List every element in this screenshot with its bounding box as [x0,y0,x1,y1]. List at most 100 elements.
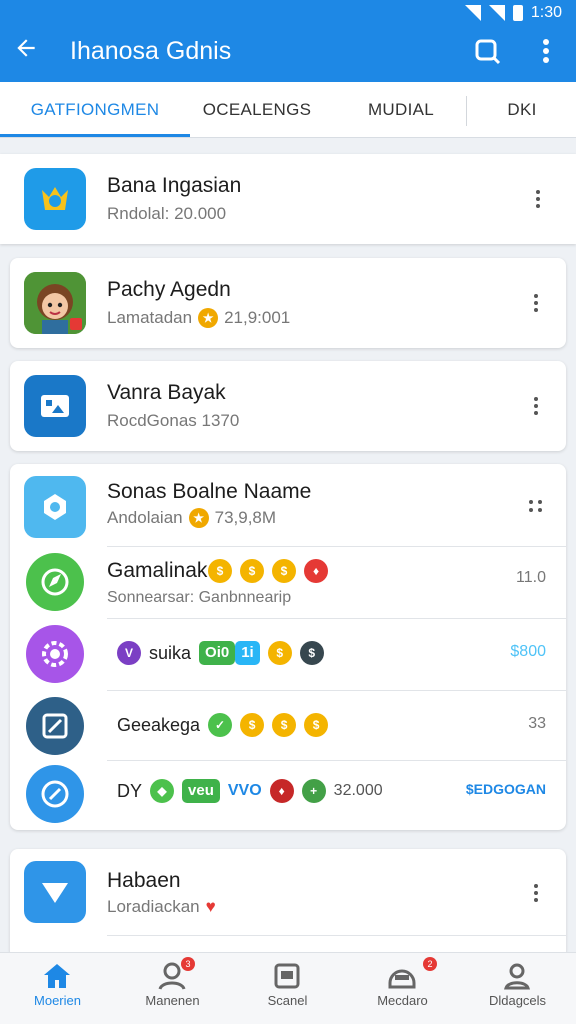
game-row[interactable]: V suika Oi0 1i $ $ $800 [10,619,566,689]
game-icon [26,697,84,755]
status-bar: 1:30 [464,4,562,22]
battery-icon [512,5,523,21]
tab-1[interactable]: OCEALENGS [190,82,324,138]
game-value: 21,9:001 [224,308,291,327]
game-line: V suika Oi0 1i $ $ [117,641,324,665]
helmet-icon [388,969,416,989]
flower-icon [42,641,68,667]
coin-icon: $ [240,713,265,737]
search-button[interactable] [472,36,502,66]
profile-icon [504,963,530,990]
reward-icons: $ $ $ ♦ [208,559,328,583]
game-icon [24,272,86,334]
game-name: Geeakega [117,714,201,735]
nav-label: Dldagcels [488,993,547,1008]
game-row[interactable]: Gamalinak $ $ $ ♦ Sonnearsar: Ganbnneari… [10,547,566,617]
game-icon [24,861,86,923]
more-vert-icon[interactable] [526,289,546,317]
tab-3[interactable]: DKI [468,82,576,138]
nav-people[interactable]: 3 Manenen [115,953,230,1024]
coin-icon: ★ [188,508,209,528]
nav-profile[interactable]: Dldagcels [460,953,576,1024]
storage-icon [274,963,300,989]
level-pill: veu [182,779,220,803]
more-vert-icon[interactable] [528,185,548,213]
game-amount: $EDGOGAN [465,781,546,797]
arrow-left-icon [17,39,35,57]
back-button[interactable] [12,34,40,62]
game-name: Sonas Boalne Naame [107,480,312,503]
game-group-card: Sonas Boalne Naame Andolaian ★ 73,9,8M G… [10,464,566,830]
tab-indicator [0,134,190,137]
more-vert-icon[interactable] [526,392,546,420]
character-avatar-icon [24,272,86,334]
nav-label: Moerien [34,993,81,1008]
tab-0[interactable]: GATFIONGMEN [0,82,190,138]
game-name: Gamalinak [107,559,208,582]
coin-icon: ★ [198,308,219,328]
coin-icon: $ [272,559,296,583]
game-value: 32.000 [333,782,383,799]
more-vert-icon [543,39,549,63]
ruby-icon: ♦ [304,559,328,583]
coin-icon: $ [272,713,297,737]
game-name: Habaen [107,869,181,892]
wifi-icon [488,5,505,21]
level-pill: 1i [235,641,260,665]
tab-divider [466,96,467,126]
app-bar: 1:30 Ihanosa Gdnis [0,0,576,82]
game-subtitle-line: Loradiackan ♥ [107,897,216,917]
game-card[interactable]: Bana Ingasian Rndolal: 20.000 [0,154,576,244]
game-card[interactable]: Pachy Agedn Lamatadan ★ 21,9:001 [10,258,566,348]
gallery-icon [41,395,69,417]
heart-icon: ♥ [205,897,216,916]
coin-icon: $ [304,713,329,737]
overflow-menu-button[interactable] [532,36,560,66]
crown-icon [42,187,68,210]
gem-icon: ◆ [150,779,175,803]
tab-bar: GATFIONGMEN OCEALENGS MUDIAL DKI [0,82,576,138]
coin-icon: $ [299,641,324,665]
notification-badge: 3 [181,957,195,971]
game-row[interactable]: Sonas Boalne Naame Andolaian ★ 73,9,8M [10,464,566,546]
nav-helmet[interactable]: 2 Mecdaro [345,953,460,1024]
nav-home[interactable]: Moerien [0,953,115,1024]
game-icon [26,625,84,683]
signal-icon [464,5,481,21]
coin-icon: $ [267,641,292,665]
game-subtitle: Andolaian [107,508,183,527]
game-name: Bana Ingasian [107,174,242,197]
game-subtitle: Loradiackan [107,897,200,916]
badge-icon: V [117,641,141,665]
compass-check-icon [41,568,69,596]
game-name: DY [117,780,143,801]
game-row[interactable]: Geeakega ✓ $ $ $ 33 [10,691,566,759]
game-subtitle: Lamatadan [107,308,193,327]
mid-label: VVO [227,782,262,799]
compass-icon [41,780,69,808]
nav-storage[interactable]: Scanel [230,953,345,1024]
game-amount: 33 [528,715,546,732]
game-row[interactable]: DY ◆ veu VVO ♦ + 32.000 $EDGOGAN [10,761,566,829]
plus-icon: + [301,779,326,803]
game-icon [26,553,84,611]
more-grid-icon[interactable] [526,492,546,520]
coin-icon: $ [240,559,264,583]
game-card[interactable]: Habaen Loradiackan ♥ [10,849,566,959]
game-icon [24,168,86,230]
status-time: 1:30 [530,4,562,21]
game-subtitle-line: Lamatadan ★ 21,9:001 [107,308,290,328]
game-name: Vanra Bayak [107,381,226,404]
paper-plane-icon [42,883,68,903]
more-vert-icon[interactable] [526,879,546,907]
game-name: suika [149,642,192,663]
row-divider [107,935,566,936]
game-subtitle-line: Andolaian ★ 73,9,8M [107,508,276,528]
notification-badge: 2 [423,957,437,971]
game-icon [24,476,86,538]
game-icon [24,375,86,437]
ruby-icon: ♦ [269,779,294,803]
game-amount: $800 [510,643,546,660]
game-card[interactable]: Vanra Bayak RocdGonas 1370 [10,361,566,451]
tab-2[interactable]: MUDIAL [334,82,468,138]
